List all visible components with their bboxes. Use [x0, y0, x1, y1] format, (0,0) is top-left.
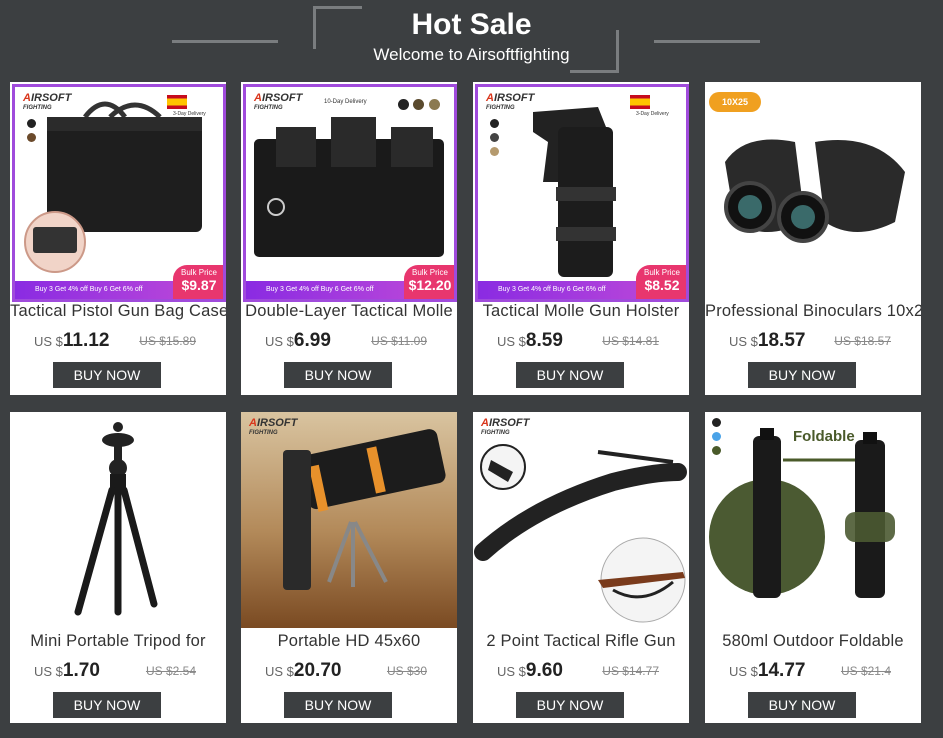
buy-now-button[interactable]: BUY NOW — [516, 362, 624, 388]
product-image[interactable]: AIRSOFT FIGHTING 10-Day Delivery Buy 3 Ge… — [243, 84, 457, 302]
product-image[interactable]: Foldable — [705, 412, 921, 628]
product-image[interactable]: AIRSOFT FIGHTING — [241, 412, 457, 628]
bulk-price-badge: Bulk Price $12.20 — [404, 265, 454, 299]
product-title[interactable]: Double-Layer Tactical Molle — [241, 302, 457, 321]
product-price: US $9.60 — [497, 660, 563, 681]
product-title[interactable]: Tactical Pistol Gun Bag Case — [10, 302, 226, 321]
original-price: US $14.77 — [602, 664, 659, 678]
product-image[interactable]: AIRSOFT FIGHTING — [473, 412, 689, 628]
buy-now-button[interactable]: BUY NOW — [284, 692, 392, 718]
buy-now-button[interactable]: BUY NOW — [284, 362, 392, 388]
hot-sale-header: Hot Sale Welcome to Airsoftfighting — [0, 0, 943, 80]
product-image[interactable]: 10X25 — [705, 82, 921, 298]
product-image[interactable]: AIRSOFT FIGHTING 3-Day Delivery Buy 3 Get… — [475, 84, 689, 302]
buy-now-button[interactable]: BUY NOW — [516, 692, 624, 718]
product-title[interactable]: 580ml Outdoor Foldable — [705, 632, 921, 651]
product-title[interactable]: Tactical Molle Gun Holster — [473, 302, 689, 321]
buy-now-button[interactable]: BUY NOW — [53, 362, 161, 388]
product-price: US $8.59 — [497, 330, 563, 351]
product-card[interactable]: AIRSOFT FIGHTING 2 Point Tactical Rifle G… — [473, 412, 689, 723]
bulk-price-badge: Bulk Price $9.87 — [173, 265, 223, 299]
product-price: US $20.70 — [265, 660, 342, 681]
product-title[interactable]: Professional Binoculars 10x25 — [705, 302, 921, 321]
product-card[interactable]: AIRSOFT FIGHTING 10-Day Delivery Buy 3 Ge… — [241, 82, 457, 395]
original-price: US $14.81 — [602, 334, 659, 348]
original-price: US $11.09 — [371, 334, 427, 348]
product-price: US $1.70 — [34, 660, 100, 681]
product-image[interactable]: AIRSOFT FIGHTING 3-Day Delivery Buy 3 Get… — [12, 84, 226, 302]
product-title[interactable]: 2 Point Tactical Rifle Gun — [473, 632, 689, 651]
original-price: US $2.54 — [145, 664, 196, 678]
product-image[interactable] — [10, 412, 226, 628]
bulk-price-badge: Bulk Price $8.52 — [636, 265, 686, 299]
tripod-illustration — [74, 422, 158, 616]
original-price: US $15.89 — [139, 334, 196, 348]
product-card[interactable]: AIRSOFT FIGHTING 3-Day Delivery Buy 3 Get… — [10, 82, 226, 395]
product-price: US $6.99 — [265, 330, 331, 351]
product-card[interactable]: Foldable 580ml Outdoor Foldable US $14.7… — [705, 412, 921, 723]
section-subtitle: Welcome to Airsoftfighting — [373, 45, 570, 64]
original-price: US $21.4 — [840, 664, 891, 678]
section-title: Hot Sale — [411, 8, 532, 41]
product-card[interactable]: Mini Portable Tripod for US $1.70 US $2.… — [10, 412, 226, 723]
product-title[interactable]: Mini Portable Tripod for — [10, 632, 226, 651]
binoculars-illustration — [724, 139, 905, 243]
product-title[interactable]: Portable HD 45x60 — [241, 632, 457, 651]
product-price: US $11.12 — [34, 330, 110, 351]
rifle-sling-illustration — [474, 444, 687, 623]
product-card[interactable]: AIRSOFT FIGHTING Portable HD 45x60 US $20… — [241, 412, 457, 723]
original-price: US $30 — [386, 664, 427, 678]
monocular-illustration — [283, 429, 446, 590]
buy-now-button[interactable]: BUY NOW — [748, 362, 856, 388]
buy-now-button[interactable]: BUY NOW — [748, 692, 856, 718]
product-price: US $14.77 — [729, 660, 806, 681]
foldable-canteen-illustration — [709, 428, 895, 598]
original-price: US $18.57 — [834, 334, 891, 348]
product-card[interactable]: AIRSOFT FIGHTING 3-Day Delivery Buy 3 Get… — [473, 82, 689, 395]
product-card[interactable]: 10X25 Professional Binoculars 10x25 US $… — [705, 82, 921, 395]
buy-now-button[interactable]: BUY NOW — [53, 692, 161, 718]
product-price: US $18.57 — [729, 330, 806, 351]
